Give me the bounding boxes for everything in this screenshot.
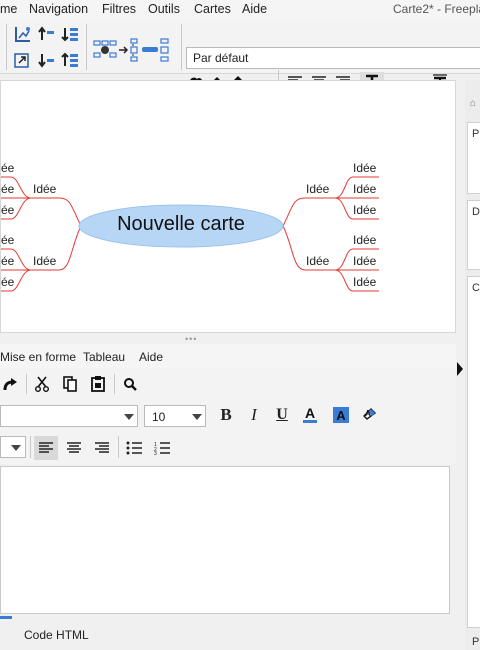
export-icon[interactable] [12,50,32,70]
paste-icon[interactable] [88,374,108,394]
right-leaf[interactable]: Idée [353,275,376,289]
root-node[interactable]: Nouvelle carte [79,213,283,236]
right-leaf[interactable]: Idée [353,233,376,247]
left-leaf[interactable]: ée [1,275,14,289]
cut-icon[interactable] [32,374,52,394]
svg-text:A: A [305,406,315,421]
toolbar-separator [26,374,27,394]
toolbar-separator [181,24,182,70]
italic-icon[interactable]: I [244,405,264,425]
toolbar-separator [86,24,87,70]
right-branch-2[interactable]: Idée [306,254,329,268]
clear-format-icon[interactable]: A [360,404,380,424]
right-leaf[interactable]: Idée [353,254,376,268]
splitter-handle[interactable]: ••• [185,334,197,344]
numbered-list-icon[interactable]: 123 [150,436,174,460]
left-branch-2[interactable]: Idée [33,254,56,268]
tab-active-indicator [0,616,12,619]
note-editor-area[interactable] [0,466,450,614]
chevron-down-icon [192,414,202,420]
collapse-panel-arrow-icon[interactable] [457,362,463,376]
find-icon[interactable] [120,374,140,394]
align-center-icon[interactable] [62,436,86,460]
font-family-select[interactable] [0,405,138,427]
panel-section-label: D [472,206,480,218]
mindmap-canvas[interactable]: Nouvelle carte Idée ée ée ée Idée ée ée … [0,80,456,333]
toolbar-separator [6,24,7,70]
editor-toolbar-edit [0,368,456,400]
menu-cartes[interactable]: Cartes [194,2,231,16]
redo-icon[interactable] [0,374,20,394]
right-leaf[interactable]: Idée [353,182,376,196]
editor-menu-bar: Mise en forme Tableau Aide [0,344,456,368]
panel-section-label: Pr [472,636,480,648]
editor-toolbar-paragraph: 123 [0,432,456,464]
chevron-down-icon [11,445,21,451]
move-up-icon[interactable] [36,24,56,44]
align-right-icon[interactable] [90,436,114,460]
highlight-color-icon[interactable]: A [330,404,352,426]
svg-text:A: A [336,408,346,423]
font-size-select[interactable]: 10 [144,405,206,427]
tab-code-html[interactable]: Code HTML [24,628,89,642]
menu-fichier[interactable]: me [0,2,17,16]
toolbar-separator [114,374,115,394]
svg-text:A: A [365,409,371,418]
sort-icon[interactable] [60,24,80,44]
svg-text:3: 3 [154,451,157,455]
panel-section-label: Co [472,282,480,294]
text-color-icon[interactable]: A [300,404,320,426]
chevron-down-icon [124,414,134,420]
bold-icon[interactable]: B [216,405,236,425]
node-style-value: Par défaut [193,51,249,65]
right-leaf[interactable]: Idée [353,203,376,217]
window-title: Carte2* - Freeplar [393,2,480,16]
paragraph-style-select[interactable] [0,436,26,458]
mindmap-edges [1,176,379,292]
left-leaf[interactable]: ée [1,182,14,196]
left-leaf[interactable]: ée [1,161,14,175]
editor-menu-table[interactable]: Tableau [83,350,125,364]
underline-icon[interactable]: U [272,405,292,425]
editor-tab-bar: Code HTML [0,614,456,650]
menu-outils[interactable]: Outils [148,2,180,16]
right-leaf[interactable]: Idée [353,161,376,175]
menu-aide[interactable]: Aide [242,2,267,16]
left-branch-1[interactable]: Idée [33,182,56,196]
bullet-list-icon[interactable] [122,436,146,460]
menu-filtres[interactable]: Filtres [102,2,136,16]
node-style-select[interactable]: Par défaut [186,47,480,69]
editor-menu-help[interactable]: Aide [139,350,163,364]
panel-collapse-icon[interactable]: ⌂ [470,98,476,109]
left-leaf[interactable]: ée [1,254,14,268]
sort-desc-icon[interactable] [60,50,80,70]
panel-section-label: Pr [472,128,480,140]
editor-menu-format[interactable]: Mise en forme [0,350,76,364]
toolbar-separator [118,436,119,458]
panel-section-3 [467,276,480,628]
menu-bar: me Navigation Filtres Outils Cartes Aide… [0,0,480,20]
move-down-icon[interactable] [36,50,56,70]
add-node-icon[interactable] [12,24,32,44]
main-toolbar: Par défaut [0,20,480,92]
font-size-value: 10 [152,410,166,424]
right-branch-1[interactable]: Idée [306,182,329,196]
copy-icon[interactable] [60,374,80,394]
left-leaf[interactable]: ée [1,203,14,217]
align-left-icon[interactable] [34,436,58,460]
menu-navigation[interactable]: Navigation [29,2,88,16]
toolbar-separator [30,436,31,458]
left-leaf[interactable]: ée [1,233,14,247]
layout-tools-icon[interactable] [92,36,182,64]
